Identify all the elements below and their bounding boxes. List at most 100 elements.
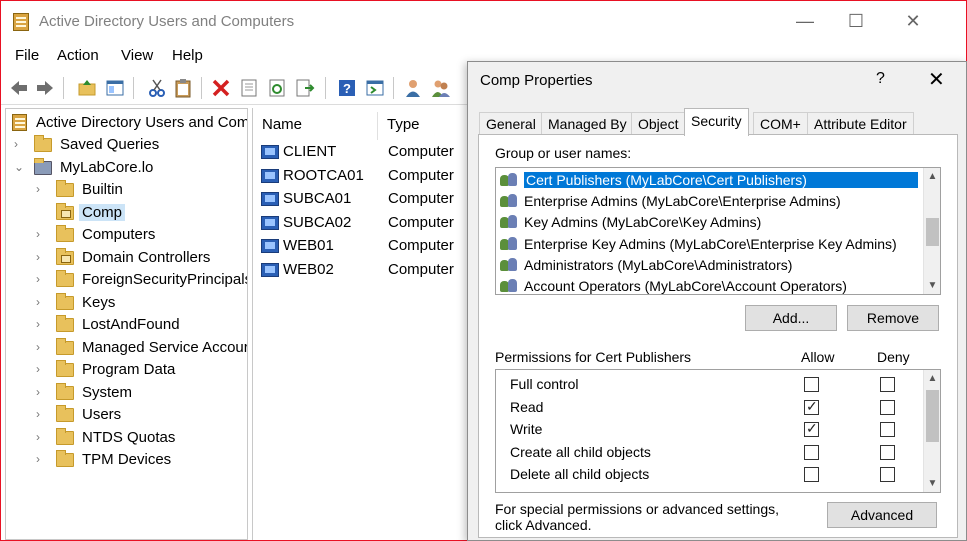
remove-button[interactable]: Remove (847, 305, 939, 331)
tree-item-label: TPM Devices (82, 451, 172, 468)
title-bar: Active Directory Users and Computers — ☐… (1, 1, 943, 41)
domain-icon (34, 157, 52, 175)
allow-checkbox[interactable] (804, 420, 819, 438)
help-icon[interactable]: ? (337, 78, 357, 98)
export-list-icon[interactable] (295, 78, 315, 98)
delete-icon[interactable] (211, 78, 231, 98)
column-divider[interactable] (377, 112, 378, 140)
up-folder-icon[interactable] (77, 78, 97, 98)
group-names-listbox[interactable]: Cert Publishers (MyLabCore\Cert Publishe… (495, 167, 941, 295)
menu-action[interactable]: Action (57, 47, 99, 64)
chevron-right-icon[interactable]: › (36, 250, 48, 264)
scroll-thumb[interactable] (926, 390, 939, 442)
deny-checkbox[interactable] (880, 467, 895, 483)
deny-checkbox[interactable] (880, 444, 895, 460)
details-list[interactable]: Name Type CLIENT Computer ROOTCA01 Computer… (252, 108, 472, 540)
scroll-up-icon[interactable]: ▲ (924, 168, 940, 185)
folder-icon (56, 270, 74, 287)
cut-icon[interactable] (147, 78, 167, 98)
scroll-thumb[interactable] (926, 218, 939, 246)
close-button[interactable]: ✕ (901, 9, 925, 33)
chevron-right-icon[interactable]: › (36, 452, 48, 466)
refresh-icon[interactable] (267, 78, 287, 98)
menu-file[interactable]: File (15, 47, 39, 64)
permissions-scrollbar[interactable]: ▲ ▼ (923, 370, 940, 492)
list-row[interactable]: ROOTCA01 Computer (261, 166, 471, 188)
dialog-close-button[interactable]: ✕ (928, 67, 945, 92)
scroll-up-icon[interactable]: ▲ (924, 370, 940, 387)
tree-item-label: Users (82, 406, 122, 423)
deny-checkbox[interactable] (880, 399, 895, 415)
list-cell-type: Computer (388, 213, 454, 231)
group-icon (500, 257, 518, 272)
group-list-scrollbar[interactable]: ▲ ▼ (923, 168, 940, 294)
advanced-button[interactable]: Advanced (827, 502, 937, 528)
properties-icon[interactable] (239, 78, 259, 98)
add-button[interactable]: Add... (745, 305, 837, 331)
tab-security[interactable]: Security (684, 108, 749, 136)
computer-icon (261, 192, 279, 207)
list-cell-name: WEB02 (283, 261, 334, 278)
deny-checkbox[interactable] (880, 377, 895, 392)
back-arrow-icon[interactable] (9, 78, 29, 98)
chevron-right-icon[interactable]: › (36, 430, 48, 444)
group-icon (500, 279, 518, 293)
list-row[interactable]: WEB02 Computer (261, 260, 471, 282)
clipboard-icon[interactable] (173, 78, 193, 98)
chevron-right-icon[interactable]: › (36, 182, 48, 196)
permissions-listbox[interactable]: Full control Read Write Create all child ob… (495, 369, 941, 493)
properties-dialog: Comp Properties ? ✕ General Managed By O… (467, 61, 967, 541)
list-row[interactable]: SUBCA01 Computer (261, 189, 471, 211)
scroll-down-icon[interactable]: ▼ (924, 475, 940, 492)
minimize-button[interactable]: — (793, 9, 817, 33)
group-icon (500, 236, 518, 251)
users-icon[interactable] (431, 78, 451, 98)
console-tree[interactable]: Active Directory Users and Com › Saved Qu… (5, 108, 248, 540)
chevron-right-icon[interactable]: › (36, 407, 48, 421)
group-icon (500, 173, 518, 187)
group-name: Administrators (MyLabCore\Administrators… (524, 256, 793, 273)
tab-managed-by[interactable]: Managed By (541, 112, 634, 135)
list-cell-name: SUBCA02 (283, 213, 352, 231)
chevron-down-icon[interactable]: ⌄ (14, 160, 26, 174)
tree-item-label: System (82, 383, 133, 401)
chevron-right-icon[interactable]: › (36, 385, 48, 399)
console-icon[interactable] (365, 78, 385, 98)
show-hide-tree-icon[interactable] (105, 78, 125, 98)
list-row[interactable]: WEB01 Computer (261, 236, 471, 258)
tab-attribute-editor[interactable]: Attribute Editor (807, 112, 914, 135)
allow-checkbox[interactable] (804, 467, 819, 483)
list-row[interactable]: CLIENT Computer (261, 142, 471, 164)
allow-checkbox[interactable] (804, 377, 819, 392)
list-cell-type: Computer (388, 166, 454, 184)
menu-help[interactable]: Help (172, 47, 203, 64)
dialog-help-button[interactable]: ? (876, 70, 885, 88)
tab-com-plus[interactable]: COM+ (753, 112, 808, 135)
chevron-right-icon[interactable]: › (14, 137, 26, 151)
deny-checkbox[interactable] (880, 422, 895, 438)
permission-name: Read (510, 398, 544, 415)
folder-icon (56, 292, 74, 310)
user-icon[interactable] (403, 78, 423, 98)
special-permissions-text: For special permissions or advanced sett… (495, 501, 780, 533)
column-header-type[interactable]: Type (387, 116, 420, 133)
chevron-right-icon[interactable]: › (36, 272, 48, 286)
tab-object[interactable]: Object (631, 112, 686, 135)
chevron-right-icon[interactable]: › (36, 295, 48, 309)
allow-checkbox[interactable] (804, 398, 819, 415)
allow-checkbox[interactable] (804, 444, 819, 460)
chevron-right-icon[interactable]: › (36, 362, 48, 376)
tab-general[interactable]: General (479, 112, 543, 135)
menu-view[interactable]: View (121, 47, 153, 64)
chevron-right-icon[interactable]: › (36, 227, 48, 241)
column-header-name[interactable]: Name (262, 116, 302, 133)
permissions-label: Permissions for Cert Publishers (495, 349, 692, 365)
scroll-down-icon[interactable]: ▼ (924, 277, 940, 294)
chevron-right-icon[interactable]: › (36, 317, 48, 331)
maximize-button[interactable]: ☐ (844, 9, 868, 33)
chevron-right-icon[interactable]: › (36, 340, 48, 354)
group-name: Enterprise Key Admins (MyLabCore\Enterpr… (524, 235, 897, 252)
list-row[interactable]: SUBCA02 Computer (261, 213, 471, 235)
list-cell-type: Computer (388, 143, 454, 160)
forward-arrow-icon[interactable] (35, 78, 55, 98)
